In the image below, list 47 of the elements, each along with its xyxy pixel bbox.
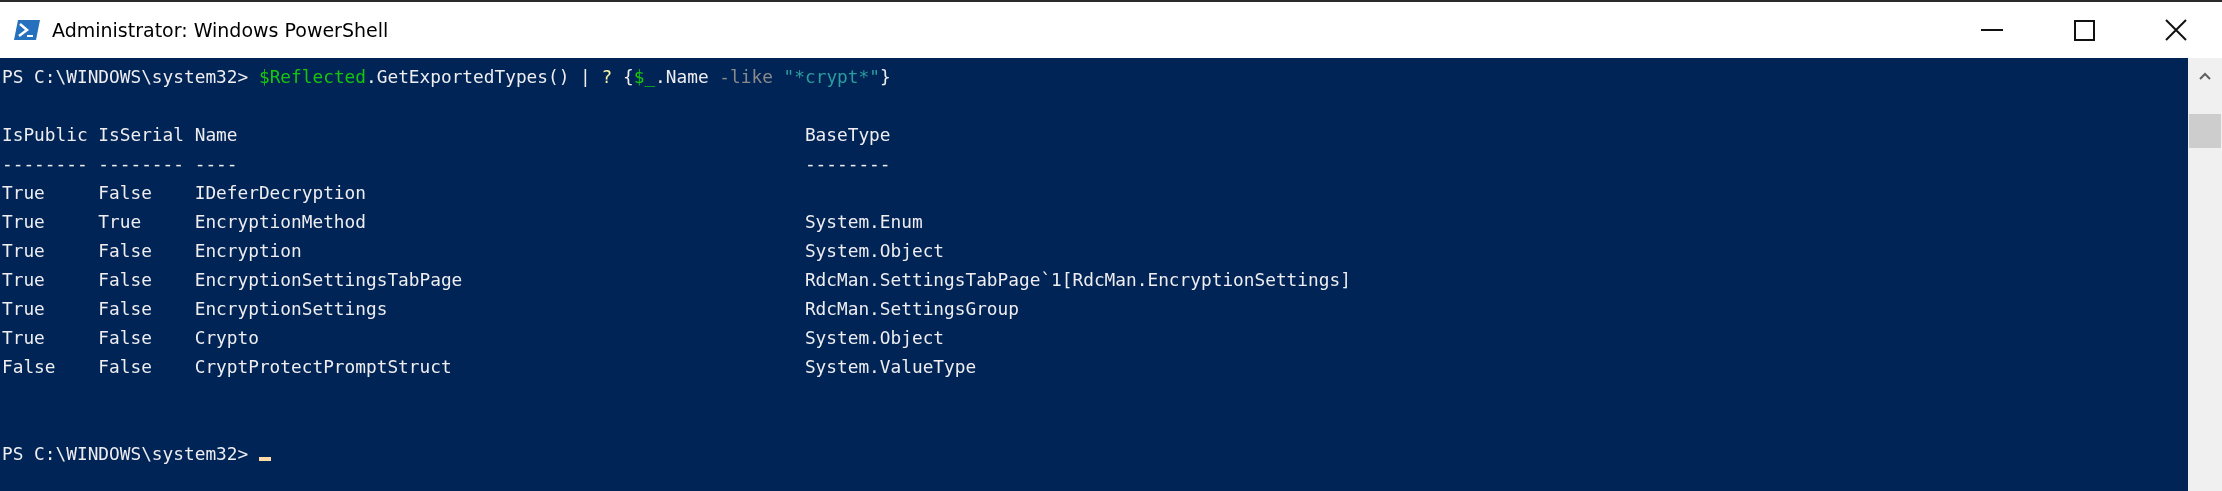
table-cell: True xyxy=(98,211,142,232)
maximize-icon xyxy=(2073,19,2095,41)
prompt: PS C:\WINDOWS\system32> xyxy=(2,442,249,466)
table-cell: True xyxy=(2,240,45,261)
table-cell: System.ValueType xyxy=(804,356,977,377)
table-cell: False xyxy=(98,240,152,261)
close-icon xyxy=(2165,19,2187,41)
column-header: Name xyxy=(194,124,238,145)
table-cell: IDeferDecryption xyxy=(194,182,366,203)
table-cell: False xyxy=(98,298,152,319)
column-header: IsPublic xyxy=(2,124,88,145)
table-cell: RdcMan.SettingsTabPage`1[RdcMan.EncryptionSettings] xyxy=(804,269,1351,290)
table-cell: True xyxy=(2,298,45,319)
window-title: Administrator: Windows PowerShell xyxy=(52,19,390,41)
table-cell: Crypto xyxy=(194,327,259,348)
table-cell: System.Object xyxy=(804,327,945,348)
table-cell: RdcMan.SettingsGroup xyxy=(804,298,1019,319)
text-cursor xyxy=(259,457,272,461)
table-cell: EncryptionSettings xyxy=(194,298,388,319)
table-cell: True xyxy=(2,269,45,290)
powershell-icon xyxy=(14,19,40,41)
table-cell: EncryptionSettingsTabPage xyxy=(194,269,463,290)
scroll-thumb[interactable] xyxy=(2189,114,2221,148)
table-cell: True xyxy=(2,182,45,203)
table-cell: True xyxy=(2,211,45,232)
table-cell: False xyxy=(98,182,152,203)
table-cell: False xyxy=(98,327,152,348)
scroll-up-icon[interactable] xyxy=(2199,72,2211,80)
minimize-icon xyxy=(1981,29,2003,31)
column-header: BaseType xyxy=(804,124,891,145)
scrollbar[interactable] xyxy=(2188,58,2222,491)
header-underline: -------- xyxy=(98,153,184,174)
header-underline: -------- xyxy=(2,153,88,174)
table-cell: False xyxy=(98,356,152,377)
table-cell: System.Enum xyxy=(804,211,923,232)
table-cell: System.Object xyxy=(804,240,945,261)
table-cell: False xyxy=(98,269,152,290)
table-cell: CryptProtectPromptStruct xyxy=(194,356,452,377)
table-cell: True xyxy=(2,327,45,348)
command-line: $Reflected.GetExportedTypes() | ? {$_.Name -like "*crypt*"} xyxy=(257,65,891,89)
prompt: PS C:\WINDOWS\system32> xyxy=(2,65,249,89)
column-header: IsSerial xyxy=(98,124,184,145)
table-cell: Encryption xyxy=(194,240,302,261)
header-underline: -------- xyxy=(804,153,891,174)
header-underline: ---- xyxy=(194,153,238,174)
table-cell: EncryptionMethod xyxy=(194,211,366,232)
table-cell: False xyxy=(2,356,56,377)
